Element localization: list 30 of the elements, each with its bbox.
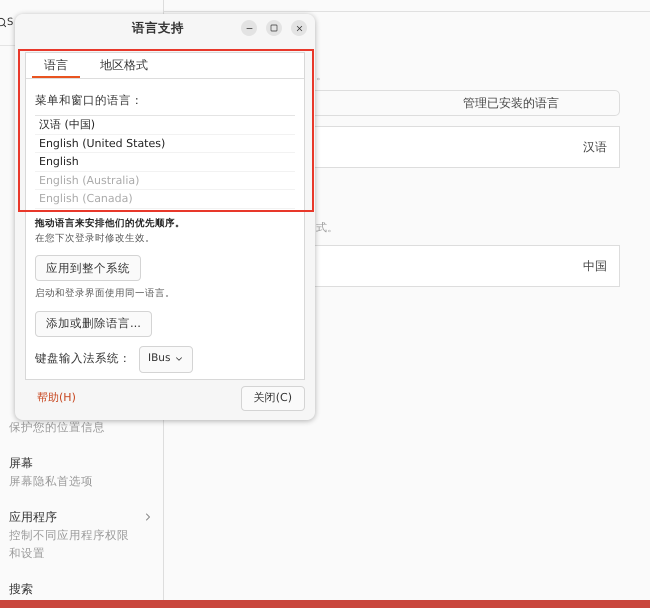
language-item[interactable]: English xyxy=(39,155,79,169)
close-icon xyxy=(294,24,304,32)
sidebar-item-subtitle: 保护您的位置信息 xyxy=(9,419,106,436)
description-text: 式。 xyxy=(316,220,339,236)
description-text: 。 xyxy=(316,68,328,82)
tab[interactable]: 地区格式 xyxy=(88,53,160,78)
hint-text: 在您下次登录时修改生效。 xyxy=(35,232,156,246)
sidebar-item-title[interactable]: 搜索 xyxy=(9,580,33,598)
input-method-label: 键盘输入法系统： xyxy=(35,350,131,368)
language-item[interactable]: English (United States) xyxy=(39,136,166,150)
close-dialog-button[interactable]: 关闭(C) xyxy=(240,386,305,411)
search-field[interactable]: S xyxy=(0,8,14,36)
sidebar-item-subtitle: 控制不同应用程序权限和设置 xyxy=(9,527,129,562)
maximize-icon xyxy=(270,24,278,32)
sidebar-item-subtitle: 屏幕隐私首选项 xyxy=(9,473,94,490)
minimize-button[interactable] xyxy=(241,20,257,36)
sidebar-item-title[interactable]: 应用程序 xyxy=(9,508,129,526)
hint-text: 拖动语言来安排他们的优先顺序。 xyxy=(35,216,186,231)
hint-text: 启动和登录界面使用同一语言。 xyxy=(35,287,176,302)
help-link[interactable]: 帮助(H) xyxy=(25,390,88,407)
maximize-button[interactable] xyxy=(266,20,282,36)
apply-system-wide-button[interactable]: 应用到整个系统 xyxy=(35,255,141,282)
language-item[interactable]: 汉语 (中国) xyxy=(39,118,96,132)
close-button[interactable] xyxy=(291,20,307,36)
sidebar-item-title[interactable]: 屏幕 xyxy=(9,454,129,472)
window-title: 语言支持 xyxy=(132,18,184,37)
list-label: 菜单和窗口的语言： xyxy=(35,92,144,109)
input-method-dropdown[interactable]: IBus xyxy=(139,346,194,372)
add-remove-languages-button[interactable]: 添加或删除语言... xyxy=(35,310,152,336)
tab[interactable]: 语言 xyxy=(32,53,80,78)
